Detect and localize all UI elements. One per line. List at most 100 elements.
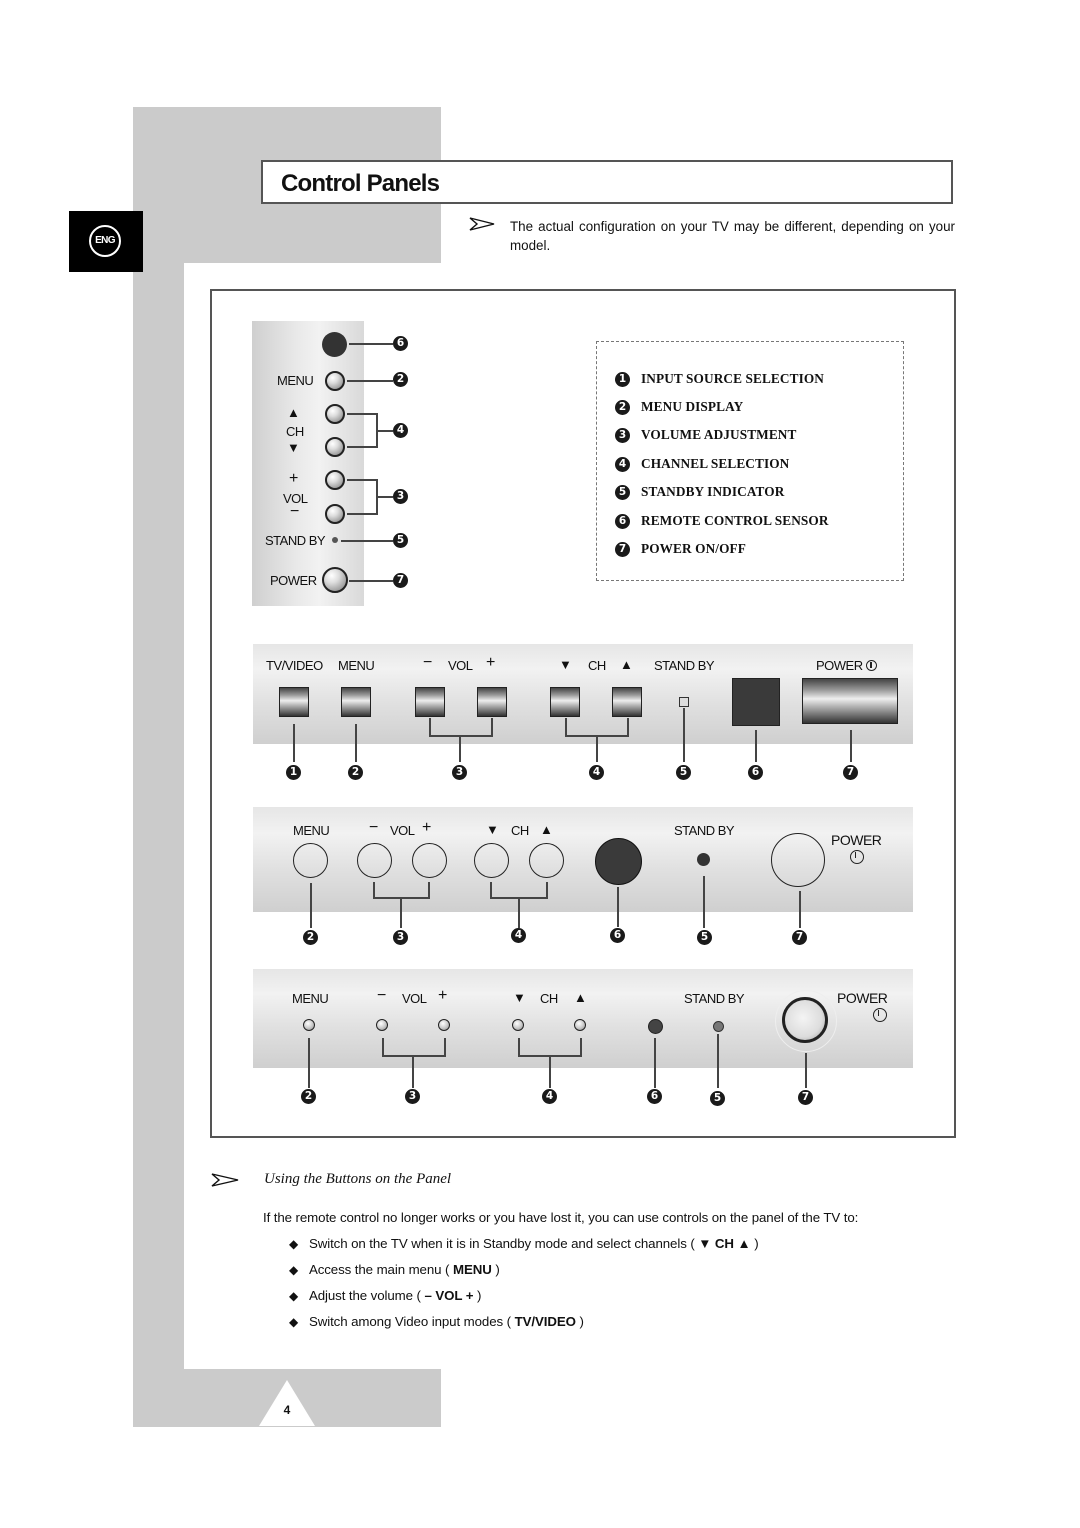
callout-line [546,882,548,898]
callout-line [549,1055,551,1088]
language-badge: ENG [89,225,121,257]
callout-line [518,897,520,928]
vol-down-button[interactable] [357,843,392,878]
callout-line [799,891,801,928]
bullet-text: Switch on the TV when it is in Standby m… [308,1236,699,1251]
ch-up-button[interactable] [574,1019,586,1031]
page-title-box: Control Panels [261,160,953,204]
power-symbol-icon [850,850,864,864]
menu-button[interactable] [341,687,371,717]
menu-button[interactable] [293,843,328,878]
callout-line [382,1038,384,1056]
ch-down-button[interactable] [550,687,580,717]
language-tab: ENG [69,211,143,272]
standby-indicator [679,697,689,707]
callout-number: 4 [542,1089,557,1104]
legend-label: VOLUME ADJUSTMENT [641,427,797,442]
callout-line [490,882,492,898]
menu-button[interactable] [325,371,345,391]
standby-label: STAND BY [265,533,326,548]
vol-label: VOL [448,658,473,673]
ch-up-arrow: ▲ [574,990,587,1005]
callout-line [347,446,377,448]
bullet-text: Access the main menu ( [308,1262,453,1277]
vol-down-button[interactable] [415,687,445,717]
remote-sensor [595,838,642,885]
ch-down-button[interactable] [474,843,509,878]
ch-down-arrow: ▼ [513,990,526,1005]
legend-number: 2 [615,399,630,415]
callout-line [850,730,852,762]
callout-line [755,730,757,762]
callout-number: 7 [393,573,408,588]
legend-label: MENU DISPLAY [641,399,744,414]
ch-label: CH [286,424,304,439]
power-label: POWER [831,832,882,848]
tvvideo-label: TV/VIDEO [266,658,323,673]
callout-line [349,580,393,582]
menu-label: MENU [292,991,329,1006]
power-button[interactable] [771,833,825,887]
ch-up-button[interactable] [325,404,345,424]
bullet-text: Adjust the volume ( [308,1288,425,1303]
ch-label: CH [511,823,529,838]
callout-number: 6 [610,928,625,943]
legend-number: 4 [615,456,630,472]
bullet-item: ◆ Adjust the volume ( – VOL + ) [289,1288,481,1303]
callout-number: 6 [748,765,763,780]
section-title: Using the Buttons on the Panel [264,1171,452,1187]
callout-number: 3 [393,489,408,504]
power-button[interactable] [322,567,348,593]
menu-button[interactable] [303,1019,315,1031]
callout-line [627,718,629,736]
callout-line [429,718,431,736]
callout-line [355,724,357,762]
bullet-end: ) [750,1236,759,1251]
diamond-bullet-icon: ◆ [289,1263,299,1277]
callout-line [703,876,705,928]
callout-line [347,479,377,481]
legend-item: 1 INPUT SOURCE SELECTION [615,371,824,387]
bullet-end: ) [575,1314,584,1329]
callout-line [805,1053,807,1088]
standby-indicator [697,853,710,866]
callout-line [412,1055,414,1088]
ch-up-button[interactable] [529,843,564,878]
vol-minus-label: − [377,987,386,1004]
power-button[interactable] [782,997,828,1043]
ch-down-arrow: ▼ [559,657,572,672]
power-symbol-icon [865,660,877,671]
vol-down-button[interactable] [325,504,345,524]
legend-number: 3 [615,427,630,443]
menu-label: MENU [277,373,314,388]
bullet-keyword: MENU [452,1262,492,1277]
callout-line [717,1034,719,1088]
vol-up-button[interactable] [325,470,345,490]
power-label: POWER [816,658,877,673]
tvvideo-button[interactable] [279,687,309,717]
ch-up-button[interactable] [612,687,642,717]
legend-number: 7 [615,541,630,557]
vol-plus-label: + [438,987,447,1004]
callout-line [293,724,295,762]
callout-line [373,882,375,898]
diamond-bullet-icon: ◆ [289,1315,299,1329]
vol-down-button[interactable] [376,1019,388,1031]
vol-plus-label: + [486,654,495,671]
bullet-end: ) [473,1288,482,1303]
callout-line [491,718,493,736]
power-label: POWER [270,573,317,588]
ch-up-arrow: ▲ [620,657,633,672]
callout-line [580,1038,582,1056]
callout-number: 6 [647,1089,662,1104]
ch-down-button[interactable] [325,437,345,457]
power-button[interactable] [802,678,898,724]
vol-up-button[interactable] [438,1019,450,1031]
bullet-item: ◆ Access the main menu ( MENU ) [289,1262,500,1277]
bullet-keyword: ▼ CH ▲ [698,1236,751,1251]
vol-up-button[interactable] [412,843,447,878]
vol-up-button[interactable] [477,687,507,717]
ch-label: CH [540,991,558,1006]
ch-down-button[interactable] [512,1019,524,1031]
callout-number: 1 [286,765,301,780]
